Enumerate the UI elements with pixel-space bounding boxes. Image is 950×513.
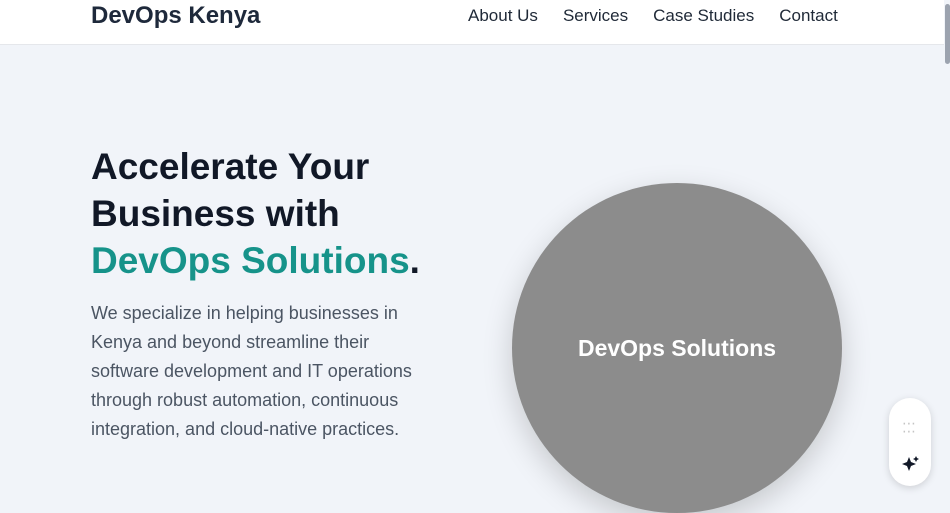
hero-title-line2: Business with <box>91 193 340 234</box>
nav-case-studies[interactable]: Case Studies <box>653 6 754 26</box>
hero-image-label: DevOps Solutions <box>577 334 777 361</box>
brand-logo[interactable]: DevOps Kenya <box>91 2 260 30</box>
hero-title: Accelerate Your Business with DevOps Sol… <box>91 143 511 284</box>
hero-image-placeholder: DevOps Solutions <box>512 183 842 513</box>
nav-contact[interactable]: Contact <box>779 6 838 26</box>
hero-title-accent: DevOps Solutions <box>91 240 410 281</box>
nav-about-us[interactable]: About Us <box>468 6 538 26</box>
main-nav: About Us Services Case Studies Contact <box>468 6 838 26</box>
sparkle-icon[interactable] <box>901 454 921 474</box>
scrollbar-thumb[interactable] <box>945 4 950 64</box>
hero-title-period: . <box>409 240 420 281</box>
floating-widget[interactable]: ⋯ ⋯ <box>889 398 931 486</box>
hero-title-line1: Accelerate Your <box>91 146 370 187</box>
hero-description: We specialize in helping businesses in K… <box>91 303 412 439</box>
site-header: DevOps Kenya About Us Services Case Stud… <box>0 0 944 45</box>
nav-services[interactable]: Services <box>563 6 628 26</box>
drag-dots-icon[interactable]: ⋯ ⋯ <box>902 416 916 438</box>
page-scrollbar[interactable] <box>944 0 950 500</box>
